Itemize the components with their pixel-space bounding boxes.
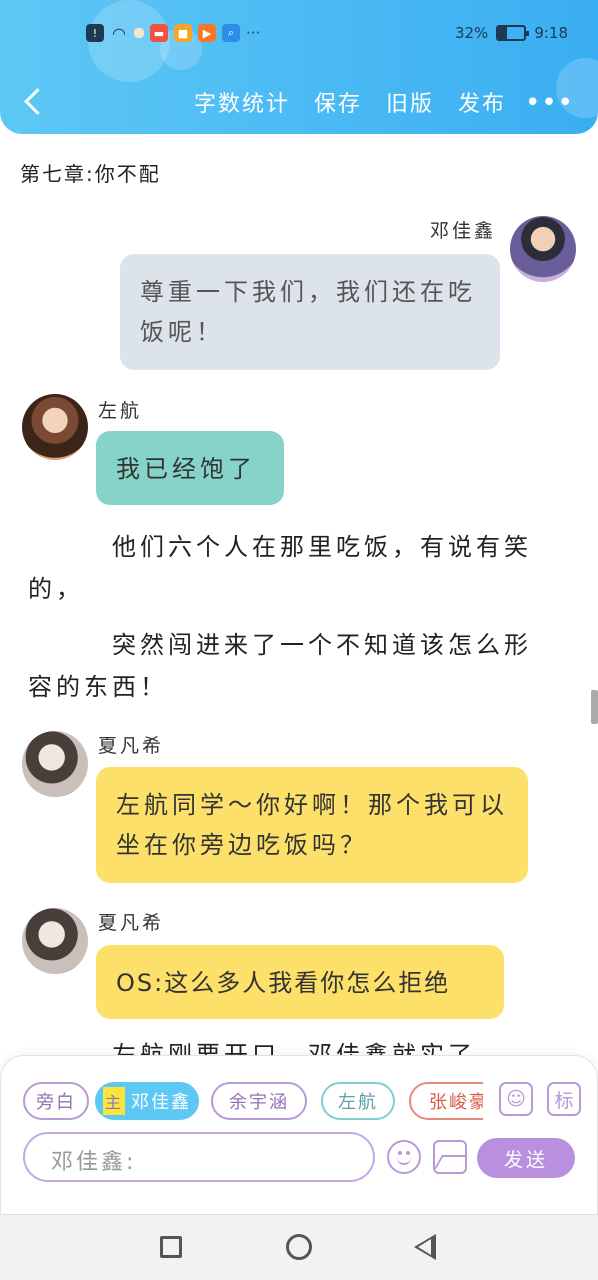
image-icon[interactable] — [433, 1140, 467, 1174]
status-icons: ! ◠ ▬ ■ ▶ ⌕ ··· — [86, 23, 261, 43]
narration-text[interactable]: 他们六个人在那里吃饭，有说有笑的， — [28, 526, 548, 610]
chapter-title[interactable]: 第七章:你不配 — [20, 158, 161, 187]
message-bubble[interactable]: 左航同学～你好啊！那个我可以坐在你旁边吃饭吗？ — [96, 767, 528, 883]
avatar[interactable] — [22, 908, 88, 974]
old-version-button[interactable]: 旧版 — [386, 86, 434, 118]
send-button[interactable]: 发送 — [477, 1138, 575, 1178]
alert-icon: ! — [86, 24, 104, 42]
avatar[interactable] — [510, 216, 576, 282]
more-menu-button[interactable]: ••• — [525, 88, 574, 118]
battery-text: 32% — [454, 24, 489, 42]
more-dots-icon: ··· — [246, 24, 261, 42]
back-triangle-icon[interactable] — [414, 1234, 436, 1260]
role-selector: 旁白 主 邓佳鑫 余宇涵 左航 张峻豪 — [23, 1082, 483, 1120]
avatar[interactable] — [22, 394, 88, 460]
input-placeholder: 邓佳鑫: — [51, 1150, 137, 1175]
composer-panel: 旁白 主 邓佳鑫 余宇涵 左航 张峻豪 ☺ 标 邓佳鑫: 发送 — [0, 1055, 598, 1215]
speaker-name: 夏凡希 — [98, 912, 165, 934]
back-arrow-icon[interactable] — [20, 84, 48, 120]
emoji-mouth — [397, 1157, 411, 1165]
video-icon: ▶ — [198, 24, 216, 42]
status-right: 32% 9:18 — [455, 24, 568, 42]
message-bubble[interactable]: 尊重一下我们，我们还在吃饭呢！ — [120, 254, 500, 370]
role-chip[interactable]: 张峻豪 — [409, 1082, 483, 1120]
role-chip[interactable]: 左航 — [321, 1082, 395, 1120]
message-bubble[interactable]: OS:这么多人我看你怎么拒绝 — [96, 945, 504, 1019]
role-chip-active[interactable]: 主 邓佳鑫 — [95, 1082, 199, 1120]
word-count-button[interactable]: 字数统计 — [194, 86, 290, 118]
scrollbar[interactable] — [591, 690, 598, 724]
avatar[interactable] — [22, 731, 88, 797]
speaker-name: 邓佳鑫 — [430, 220, 497, 242]
publish-button[interactable]: 发布 — [458, 86, 506, 118]
battery-level — [498, 27, 507, 39]
emoji-icon[interactable] — [387, 1140, 421, 1174]
home-icon[interactable] — [286, 1234, 312, 1260]
speaker-name: 左航 — [98, 400, 143, 422]
role-chip[interactable]: 余宇涵 — [211, 1082, 307, 1120]
save-button[interactable]: 保存 — [314, 86, 362, 118]
wifi-icon: ◠ — [112, 23, 126, 43]
main-role-tag: 主 — [103, 1087, 125, 1115]
recent-apps-icon[interactable] — [160, 1236, 182, 1258]
battery-icon — [496, 25, 530, 41]
role-chip-label: 邓佳鑫 — [131, 1092, 191, 1113]
search-icon: ⌕ — [222, 24, 240, 42]
message-bubble[interactable]: 我已经饱了 — [96, 431, 284, 505]
header-actions: 字数统计 保存 旧版 发布 — [194, 86, 506, 118]
mark-button[interactable]: 标 — [547, 1082, 581, 1116]
narration-text[interactable]: 突然闯进来了一个不知道该怎么形容的东西！ — [28, 624, 548, 708]
role-chip-narrator[interactable]: 旁白 — [23, 1082, 89, 1120]
app-header: ! ◠ ▬ ■ ▶ ⌕ ··· 32% 9:18 字数统计 保存 旧版 发布 •… — [0, 0, 598, 134]
character-manage-icon[interactable]: ☺ — [499, 1082, 533, 1116]
status-bar: ! ◠ ▬ ■ ▶ ⌕ ··· 32% 9:18 — [0, 18, 598, 52]
clock: 9:18 — [534, 24, 568, 42]
app-icon: ■ — [174, 24, 192, 42]
taobao-icon: ▬ — [150, 24, 168, 42]
system-nav-bar — [0, 1215, 598, 1280]
message-input[interactable]: 邓佳鑫: — [23, 1132, 375, 1182]
speaker-name: 夏凡希 — [98, 735, 165, 757]
app-notification-icon — [134, 28, 144, 38]
